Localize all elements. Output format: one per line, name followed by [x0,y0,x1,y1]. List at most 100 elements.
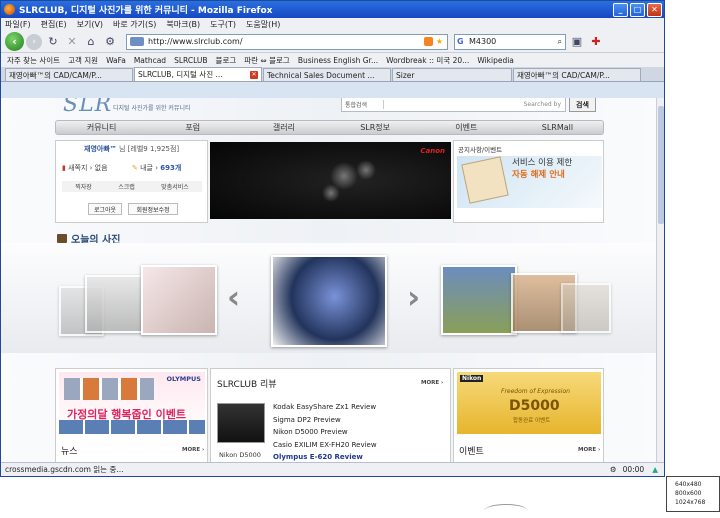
carousel-next-icon[interactable]: › [407,278,420,316]
search-scope-select[interactable]: 통합검색 [342,100,384,109]
nav-slrmall[interactable]: SLRMall [512,123,603,132]
nav-gallery[interactable]: 갤러리 [238,122,329,133]
my-posts[interactable]: ✎ 내글 › 693개 [132,163,181,173]
vertical-scrollbar[interactable] [656,98,664,462]
addon-red-icon[interactable]: ✚ [588,34,604,50]
menu-go[interactable]: 바로 가기(S) [113,19,156,30]
bookmark-item[interactable]: Wordbreak :: 미국 20... [386,55,469,66]
menu-help[interactable]: 도움말(H) [246,19,280,30]
carousel-main-photo[interactable] [271,255,387,347]
carousel-prev-icon[interactable]: ‹ [227,278,240,316]
home-icon[interactable]: ⌂ [83,34,99,50]
edit-profile-button[interactable]: 회원정보수정 [128,203,178,215]
review-item[interactable]: Sigma DP2 Preview [273,414,377,427]
bookmark-item[interactable]: Wikipedia [477,56,514,65]
menu-tools[interactable]: 도구(T) [210,19,236,30]
menu-bookmarks[interactable]: 북마크(B) [166,19,200,30]
bookmark-item[interactable]: SLRCLUB [174,56,207,65]
stop-icon[interactable]: ✕ [64,34,80,50]
addon-icon[interactable]: ⚙ [102,34,118,50]
nav-forum[interactable]: 포럼 [147,122,238,133]
event-heading[interactable]: 이벤트 [459,444,484,457]
nav-slr-info[interactable]: SLR정보 [330,122,421,133]
news-more-link[interactable]: MORE › [182,447,204,453]
carousel-photo[interactable] [85,275,145,333]
tab-label: Sizer [396,70,415,80]
resolution-option[interactable]: 800x600 [675,489,719,498]
user-link[interactable]: 스크랩 [118,182,135,191]
carousel-photo[interactable] [441,265,517,335]
carousel-photo[interactable] [141,265,217,335]
notice-line2[interactable]: 자동 해제 안내 [512,168,565,180]
tab[interactable]: Technical Sales Document ... [263,68,391,81]
tab[interactable]: 재영아빠™의 CAD/CAM/P... [513,68,641,81]
menu-view[interactable]: 보기(V) [77,19,103,30]
review-item[interactable]: Kodak EasyShare Zx1 Review [273,401,377,414]
new-msg-label[interactable]: 새쪽지 [68,164,87,172]
logout-button[interactable]: 로그아웃 [88,203,122,215]
addon-status-icon[interactable]: ⚙ [610,465,617,474]
user-link[interactable]: 맞춤서비스 [161,182,189,191]
url-text[interactable]: http://www.slrclub.com/ [148,37,424,46]
site-search-box[interactable]: 통합검색 Searched by [341,98,566,112]
notice-line1[interactable]: 서비스 이용 제한 [512,156,572,168]
search-bar[interactable]: G M4300 ⌕ [454,33,566,50]
user-link[interactable]: 찍자장 [75,182,92,191]
back-button[interactable]: ‹ [5,32,24,51]
google-icon[interactable]: G [457,37,469,46]
rss-icon[interactable] [423,37,433,46]
notice-box[interactable]: 공지사항/이벤트 서비스 이용 제한 자동 해제 안내 [453,140,604,223]
review-more-link[interactable]: MORE › [421,380,443,386]
review-camera-image[interactable] [217,403,265,443]
canon-banner[interactable]: Canon [210,142,451,219]
review-item[interactable]: Casio EXILIM EX-FH20 Review [273,439,377,452]
minimize-button[interactable]: _ [613,2,628,17]
browser-window: SLRCLUB, 디지털 사진가를 위한 커뮤니티 - Mozilla Fire… [0,0,665,477]
review-heading[interactable]: SLRCLUB 리뷰 [217,377,277,390]
bookmark-item[interactable]: 자주 찾는 사이트 [7,55,60,66]
search-icon[interactable]: ⌕ [558,37,565,47]
menu-edit[interactable]: 편집(E) [41,19,67,30]
banner-brand: Canon [420,147,445,155]
review-item[interactable]: Nikon D5000 Preview [273,426,377,439]
tab[interactable]: 재영아빠™의 CAD/CAM/P... [5,68,133,81]
menu-file[interactable]: 파일(F) [5,19,31,30]
reload-icon[interactable]: ↻ [45,34,61,50]
resolution-option[interactable]: 640x480 [675,480,719,489]
site-logo[interactable]: SLR [63,98,112,117]
review-caption: Nikon D5000 [219,451,261,459]
nav-community[interactable]: 커뮤니티 [56,122,147,133]
olympus-ad[interactable]: OLYMPUS 가정의달 행복줍인 이벤트 [59,372,205,434]
tab[interactable]: Sizer [392,68,512,81]
site-identity-icon[interactable] [130,37,144,46]
status-icon[interactable]: ▲ [652,465,658,474]
resolution-option[interactable]: 1024x768 [675,498,719,507]
scrollbar-thumb[interactable] [658,106,664,224]
tab-label: 재영아빠™의 CAD/CAM/P... [517,70,610,80]
forward-button[interactable]: › [26,33,42,50]
news-heading[interactable]: 뉴스 [61,444,78,457]
bookmark-item[interactable]: WaFa [106,56,126,65]
nav-event[interactable]: 이벤트 [421,122,512,133]
bookmark-item[interactable]: Business English Gr... [298,56,378,65]
nikon-ad[interactable]: Nikon Freedom of Expression D5000 합동완료 이… [457,372,601,434]
bookmark-item[interactable]: 블로그 [216,55,237,66]
ad-thumbnails [59,420,205,434]
tab-close-icon[interactable]: ✕ [250,70,258,79]
close-button[interactable]: ✕ [647,2,662,17]
bookmark-item[interactable]: 파란 ⇔ 블로그 [244,55,290,66]
maximize-button[interactable]: □ [630,2,645,17]
bookmark-item[interactable]: Mathcad [134,56,166,65]
search-input[interactable]: M4300 [469,37,558,46]
address-bar[interactable]: http://www.slrclub.com/ ★ [126,33,448,50]
user-name[interactable]: 재영아빠™ [84,145,117,153]
event-more-link[interactable]: MORE › [578,447,600,453]
tab-active[interactable]: SLRCLUB, 디지털 사진 ... ✕ [134,67,262,81]
my-posts-label: 내글 [140,164,153,172]
review-item[interactable]: Olympus E-620 Review [273,451,377,462]
carousel-photo[interactable] [561,283,611,333]
bookmark-item[interactable]: 고객 지원 [68,55,98,66]
bookmark-star-icon[interactable]: ★ [436,37,443,46]
site-search-button[interactable]: 검색 [569,98,596,112]
page-icon[interactable]: ▣ [569,34,585,50]
